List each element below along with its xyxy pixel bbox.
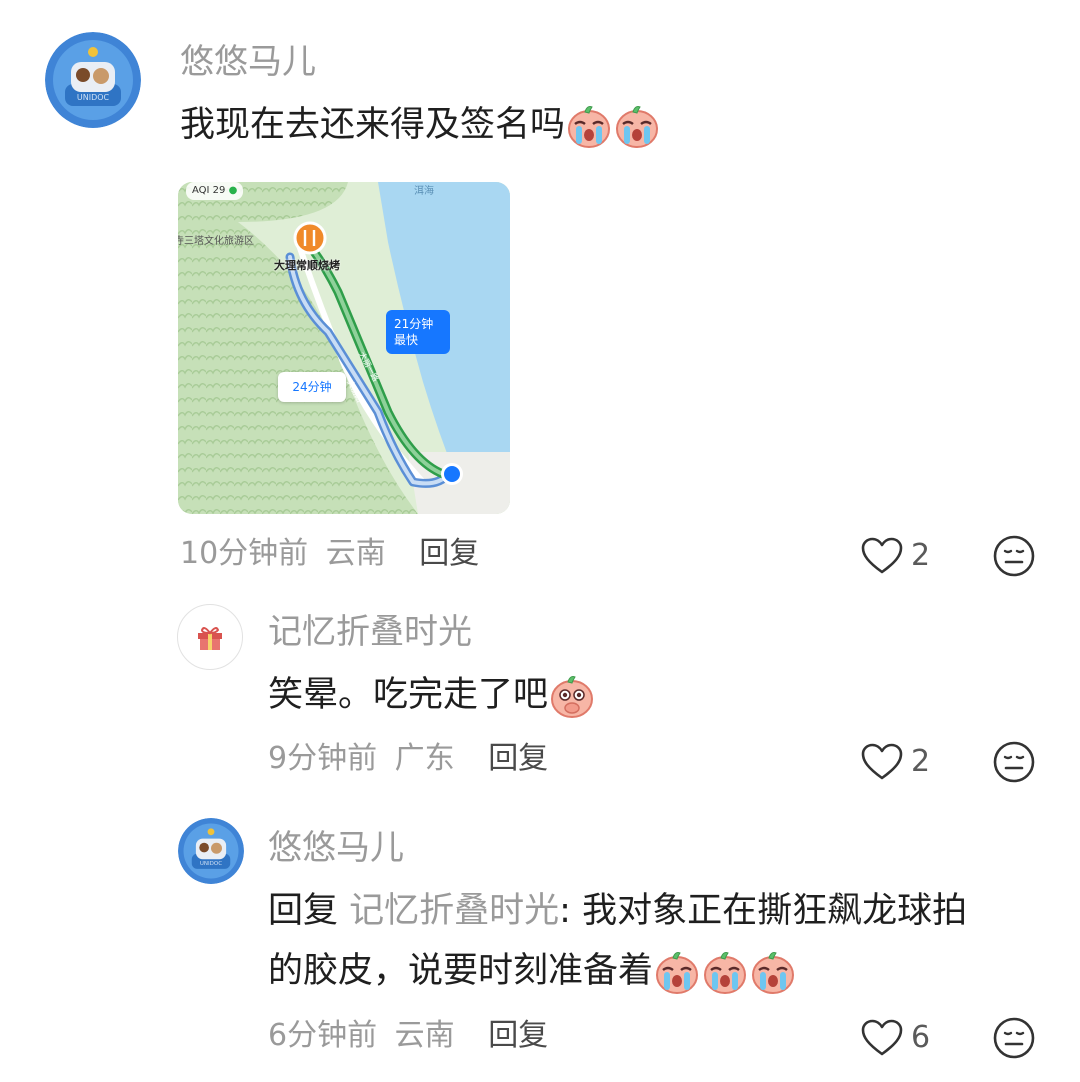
crying-face-emoji: [749, 948, 797, 996]
username[interactable]: 记忆折叠时光: [268, 612, 472, 652]
like-count: 6: [911, 1020, 931, 1055]
username[interactable]: 悠悠马儿: [268, 828, 404, 868]
comment-time: 6分钟前: [268, 1018, 378, 1053]
aqi-label: AQI 29: [192, 185, 226, 196]
heart-icon[interactable]: [860, 742, 904, 782]
comment-time: 9分钟前: [268, 741, 378, 776]
route-fast-badge[interactable]: 21分钟 最快: [386, 310, 450, 354]
avatar-image: [178, 818, 244, 884]
gift-icon: [198, 627, 222, 650]
lake-label: 洱海: [414, 186, 434, 197]
crying-face-emoji: [613, 102, 661, 150]
comment-location: 云南: [394, 1018, 455, 1053]
map-screenshot[interactable]: AQI 29 ● 洱海 寺三塔文化旅游区 大理常顺烧烤 21分钟 最快 24分钟…: [178, 182, 510, 514]
neutral-face-icon[interactable]: [992, 740, 1036, 784]
comment-location: 广东: [394, 741, 455, 776]
comment-location: 云南: [325, 536, 386, 571]
reply-button[interactable]: 回复: [488, 741, 548, 776]
heart-icon[interactable]: [860, 536, 904, 576]
reply-prefix: 回复: [268, 891, 339, 931]
comment-body: 笑晕。吃完走了吧: [268, 675, 549, 715]
comment-body-line2: 的胶皮，说要时刻准备着: [268, 951, 654, 991]
reply-to-username[interactable]: 记忆折叠时光: [349, 891, 559, 931]
comment-time: 10分钟前: [180, 536, 309, 571]
avatar[interactable]: [45, 32, 141, 128]
comment-meta: 9分钟前 广东 回复: [268, 741, 548, 777]
comment-text: 我现在去还来得及签名吗: [180, 102, 661, 150]
covering-mouth-emoji: [548, 672, 596, 720]
neutral-face-icon[interactable]: [992, 1016, 1036, 1060]
comment-text-line2: 的胶皮，说要时刻准备着: [268, 948, 797, 996]
route-alt-badge[interactable]: 24分钟: [278, 372, 346, 402]
neutral-face-icon[interactable]: [992, 534, 1036, 578]
crying-face-emoji: [653, 948, 701, 996]
reply-button[interactable]: 回复: [419, 536, 479, 571]
aqi-badge: AQI 29 ●: [186, 182, 244, 200]
avatar[interactable]: [178, 818, 244, 884]
reply-separator: :: [559, 891, 571, 931]
poi-label: 大理常顺烧烤: [274, 259, 340, 272]
comment-body-line1: 我对象正在撕狂飙龙球拍: [582, 891, 968, 931]
crying-face-emoji: [565, 102, 613, 150]
comment-text: 回复 记忆折叠时光: 我对象正在撕狂飙龙球拍: [268, 888, 967, 934]
route-alt-time: 24分钟: [292, 380, 332, 394]
comment-text: 笑晕。吃完走了吧: [268, 672, 596, 720]
comment-meta: 10分钟前 云南 回复: [180, 536, 479, 572]
heart-icon[interactable]: [860, 1018, 904, 1058]
username[interactable]: 悠悠马儿: [180, 42, 316, 82]
route-fast-tag: 最快: [394, 333, 419, 347]
area-label: 寺三塔文化旅游区: [178, 236, 254, 247]
comment-meta: 6分钟前 云南 回复: [268, 1018, 548, 1054]
avatar-image: [45, 32, 141, 128]
like-count: 2: [911, 538, 931, 573]
route-fast-time: 21分钟: [394, 317, 434, 331]
avatar[interactable]: [177, 604, 243, 670]
reply-button[interactable]: 回复: [488, 1018, 548, 1053]
crying-face-emoji: [701, 948, 749, 996]
like-count: 2: [911, 744, 931, 779]
comment-body: 我现在去还来得及签名吗: [180, 105, 566, 145]
